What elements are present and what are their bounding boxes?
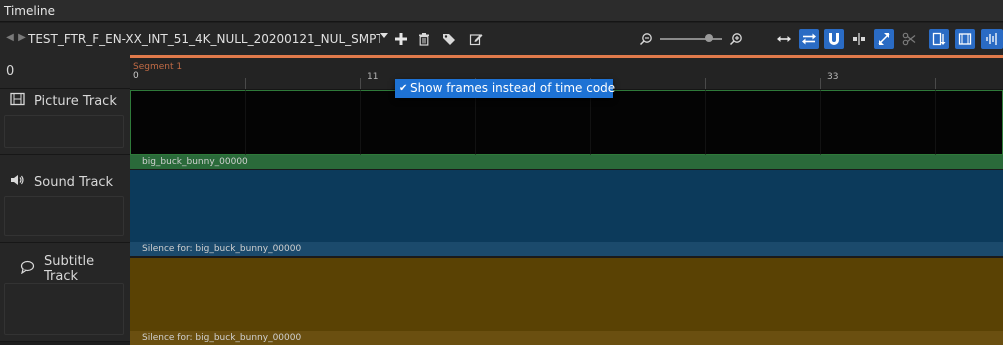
film-icon[interactable]	[955, 29, 975, 49]
track-name: Picture Track	[34, 93, 117, 109]
edit-icon[interactable]	[466, 29, 486, 49]
ripple-icon[interactable]	[774, 29, 794, 49]
grid-line	[705, 90, 706, 155]
zoom-out-icon[interactable]	[636, 29, 656, 49]
sound-clip-label: Silence for: big_buck_bunny_00000	[130, 242, 1003, 256]
segment-label: Segment 1	[133, 62, 183, 72]
film-icon	[10, 92, 34, 110]
context-menu: ✔ Show frames instead of time code	[395, 79, 615, 98]
ruler-tick	[705, 78, 706, 89]
picture-clip[interactable]	[130, 90, 1003, 155]
subtitle-clip[interactable]	[130, 258, 1003, 331]
track-header-sound[interactable]: Sound Track	[0, 171, 130, 243]
check-icon: ✔	[399, 83, 408, 94]
next-arrow-icon[interactable]: ▶	[16, 30, 28, 46]
grid-line	[245, 90, 246, 155]
expand-icon[interactable]	[874, 29, 894, 49]
chevron-down-icon[interactable]	[380, 33, 388, 38]
subtitle-clip-label: Silence for: big_buck_bunny_00000	[130, 331, 1003, 345]
timeline-toolbar: ◀ ▶ TEST_FTR_F_EN-XX_INT_51_4K_NULL_2020…	[0, 23, 1003, 55]
scissors-icon[interactable]	[899, 29, 919, 49]
timeline-area[interactable]: Segment 1 0 11 33 big_buck_bunny_00000 S…	[130, 55, 1003, 345]
track-name: Subtitle Track	[44, 254, 95, 284]
grid-line	[360, 90, 361, 155]
split-icon[interactable]	[849, 29, 869, 49]
timecode-display: 0	[0, 55, 130, 89]
ruler-tick	[935, 78, 936, 89]
zoom-slider-handle[interactable]	[705, 34, 713, 42]
ruler-tick	[360, 78, 361, 89]
grid-line	[935, 90, 936, 155]
track-headers: 0 Picture Track Sound Track Subtitle Tra…	[0, 55, 130, 342]
frame-view-icon[interactable]	[929, 29, 949, 49]
sound-clip[interactable]	[130, 170, 1003, 242]
grid-line	[820, 90, 821, 155]
track-controls	[4, 115, 124, 148]
ruler-label: 33	[827, 72, 839, 82]
ruler-tick	[245, 78, 246, 89]
speaker-icon	[10, 173, 34, 191]
ruler-start-label: 0	[133, 71, 139, 81]
ruler-label: 11	[367, 72, 379, 82]
trash-icon[interactable]	[414, 29, 434, 49]
zoom-in-icon[interactable]	[726, 29, 746, 49]
track-controls	[4, 283, 124, 335]
snap-magnet-icon[interactable]	[824, 29, 844, 49]
window-title: Timeline	[0, 0, 1003, 22]
speech-bubble-icon	[20, 260, 44, 278]
composition-select[interactable]: TEST_FTR_F_EN-XX_INT_51_4K_NULL_20200121…	[28, 29, 380, 49]
grid-line	[590, 90, 591, 155]
track-header-subtitle[interactable]: Subtitle Track	[0, 254, 130, 342]
ruler-tick	[820, 78, 821, 89]
tags-icon[interactable]	[440, 29, 460, 49]
track-name: Sound Track	[34, 174, 114, 190]
plus-icon[interactable]	[391, 29, 411, 49]
grid-line	[475, 90, 476, 155]
picture-clip-label: big_buck_bunny_00000	[130, 155, 1003, 169]
audio-waveform-icon[interactable]	[981, 29, 1003, 49]
swap-icon[interactable]	[799, 29, 819, 49]
track-header-picture[interactable]: Picture Track	[0, 90, 130, 155]
show-frames-menu-item[interactable]: Show frames instead of time code	[410, 79, 615, 98]
prev-arrow-icon[interactable]: ◀	[4, 30, 16, 46]
track-controls	[4, 196, 124, 236]
